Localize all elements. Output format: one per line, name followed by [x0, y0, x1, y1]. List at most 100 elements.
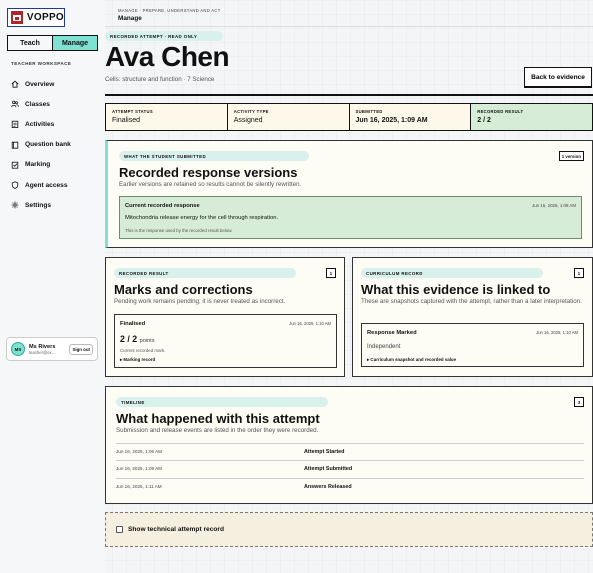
- sidebar-item-label: Marking: [25, 161, 51, 169]
- summary-value: Finalised: [112, 117, 141, 124]
- user-card: MS Ms Rivers teacher@ex... Sign out: [6, 337, 98, 361]
- mark-score: 2 / 2 points: [120, 334, 155, 344]
- shield-icon: [11, 181, 19, 189]
- mark-entry: Finalised Jun 16, 2025, 1:10 AM 2 / 2 po…: [114, 314, 337, 368]
- logo-mark-icon: [11, 11, 23, 24]
- sidebar-item-marking[interactable]: Marking: [11, 155, 71, 175]
- marks-description: Pending work remains pending; it is neve…: [114, 298, 286, 305]
- response-note: This is the response used by the recorde…: [125, 228, 233, 233]
- toggle-teach[interactable]: Teach: [8, 36, 52, 50]
- timeline-date: Jun 16, 2025, 1:11 AM: [116, 484, 162, 489]
- submission-card: WHAT THE STUDENT SUBMITTED 1 version Rec…: [105, 140, 593, 248]
- curriculum-card: CURRICULUM RECORD 1 What this evidence i…: [352, 257, 593, 377]
- marks-card: RECORDED RESULT 1 Marks and corrections …: [105, 257, 345, 377]
- curriculum-count-badge: 1: [574, 268, 584, 278]
- marking-icon: [11, 161, 19, 169]
- page-subtitle: Cells: structure and function · 7 Scienc…: [105, 76, 215, 83]
- marks-label: RECORDED RESULT: [114, 268, 296, 278]
- curriculum-title: What this evidence is linked to: [361, 282, 551, 297]
- sidebar-item-label: Classes: [25, 100, 50, 108]
- mark-score-value: 2 / 2: [120, 334, 138, 344]
- header-divider: [105, 26, 593, 27]
- mark-score-unit: points: [139, 338, 155, 344]
- summary-value: 2 / 2: [477, 117, 491, 124]
- summary-value: Jun 16, 2025, 1:09 AM: [355, 117, 428, 124]
- timeline-row: Jun 16, 2025, 1:11 AM Answers Released: [116, 478, 584, 495]
- mark-status: Finalised: [120, 321, 146, 327]
- timeline-date: Jun 16, 2025, 1:06 AM: [116, 449, 162, 454]
- sidebar: VOPPO Teach Manage TEACHER WORKSPACE Ove…: [0, 0, 105, 573]
- curriculum-label: CURRICULUM RECORD: [361, 268, 543, 278]
- back-to-evidence-button[interactable]: Back to evidence: [524, 67, 592, 87]
- user-info: Ms Rivers teacher@ex...: [29, 344, 69, 355]
- curriculum-snapshot-toggle[interactable]: ▸ Curriculum snapshot and recorded value: [367, 357, 456, 363]
- page-title: Ava Chen: [105, 41, 230, 72]
- sidebar-item-label: Overview: [25, 80, 55, 88]
- marking-record-toggle[interactable]: ▸ Marking record: [120, 357, 155, 363]
- submission-label: WHAT THE STUDENT SUBMITTED: [119, 151, 309, 161]
- curriculum-description: These are snapshots captured with the at…: [361, 298, 582, 305]
- user-email: teacher@ex...: [29, 349, 56, 355]
- summary-value: Assigned: [233, 117, 263, 124]
- timeline-count-badge: 3: [574, 397, 584, 407]
- timeline-row: Jun 16, 2025, 1:06 AM Attempt Started: [116, 443, 584, 460]
- read-only-label: RECORDED ATTEMPT · READ ONLY: [105, 31, 223, 41]
- sidebar-item-label: Question bank: [25, 141, 71, 149]
- summary-activity-type: ACTIVITY TYPE Assigned: [227, 104, 350, 130]
- technical-record-checkbox[interactable]: [116, 526, 123, 533]
- sidebar-item-overview[interactable]: Overview: [11, 74, 71, 94]
- timeline-row: Jun 16, 2025, 1:09 AM Attempt Submitted: [116, 460, 584, 477]
- response-heading: Current recorded response: [125, 203, 200, 209]
- sidebar-item-settings[interactable]: Settings: [11, 195, 71, 215]
- version-count-badge: 1 version: [558, 151, 584, 161]
- section-title: Manage: [118, 15, 142, 22]
- timeline-event: Attempt Submitted: [304, 466, 353, 472]
- sidebar-nav: Overview Classes Activities Question ban…: [11, 74, 71, 215]
- summary-attempt-status: ATTEMPT STATUS Finalised: [106, 104, 228, 130]
- current-response: Current recorded response Jun 16, 2025, …: [119, 196, 582, 239]
- response-text: Mitochondria release energy for the cell…: [125, 215, 279, 221]
- sidebar-item-label: Activities: [25, 120, 55, 128]
- sidebar-item-classes[interactable]: Classes: [11, 94, 71, 114]
- sidebar-item-activities[interactable]: Activities: [11, 114, 71, 134]
- attempt-summary: ATTEMPT STATUS Finalised ACTIVITY TYPE A…: [105, 103, 593, 131]
- submission-title: Recorded response versions: [119, 165, 298, 180]
- users-icon: [11, 101, 19, 108]
- submission-description: Earlier versions are retained so results…: [119, 181, 302, 188]
- breadcrumb: MANAGE · PREPARE, UNDERSTAND AND ACT: [118, 8, 221, 13]
- sidebar-item-label: Settings: [25, 201, 52, 209]
- mark-date: Jun 16, 2025, 1:10 AM: [289, 321, 331, 326]
- summary-label: SUBMITTED: [355, 109, 383, 114]
- summary-recorded-result: RECORDED RESULT 2 / 2: [471, 104, 592, 130]
- sidebar-item-question-bank[interactable]: Question bank: [11, 135, 71, 155]
- timeline-event: Attempt Started: [304, 449, 345, 455]
- timeline-description: Submission and release events are listed…: [116, 427, 319, 434]
- technical-record-label[interactable]: Show technical attempt record: [128, 526, 224, 533]
- header-rule: [105, 94, 593, 96]
- gear-icon: [11, 201, 19, 209]
- summary-label: ATTEMPT STATUS: [112, 109, 153, 114]
- technical-record-section: Show technical attempt record: [105, 512, 593, 547]
- summary-label: ACTIVITY TYPE: [233, 109, 269, 114]
- book-icon: [11, 141, 19, 149]
- avatar: MS: [11, 342, 25, 356]
- sidebar-item-agent-access[interactable]: Agent access: [11, 175, 71, 195]
- response-date: Jun 16, 2025, 1:08 AM: [532, 203, 576, 208]
- workspace-label: TEACHER WORKSPACE: [11, 61, 72, 66]
- mark-note: Current recorded mark.: [120, 348, 166, 353]
- role-toggle: Teach Manage: [7, 35, 98, 51]
- sign-out-button[interactable]: Sign out: [69, 343, 93, 355]
- marks-title: Marks and corrections: [114, 282, 253, 297]
- clipboard-icon: [11, 121, 19, 129]
- marks-count-badge: 1: [326, 268, 336, 278]
- main-content: MANAGE · PREPARE, UNDERSTAND AND ACT Man…: [105, 0, 593, 573]
- curriculum-entry-heading: Response Marked: [367, 330, 417, 336]
- brand-name: VOPPO: [26, 12, 64, 23]
- timeline-event: Answers Released: [304, 484, 352, 490]
- toggle-manage[interactable]: Manage: [52, 36, 97, 50]
- timeline-title: What happened with this attempt: [116, 411, 320, 426]
- timeline-date: Jun 16, 2025, 1:09 AM: [116, 466, 162, 471]
- timeline-card: TIMELINE 3 What happened with this attem…: [105, 386, 593, 504]
- brand-logo[interactable]: VOPPO: [7, 8, 65, 27]
- curriculum-entry-date: Jun 16, 2025, 1:10 AM: [536, 330, 578, 335]
